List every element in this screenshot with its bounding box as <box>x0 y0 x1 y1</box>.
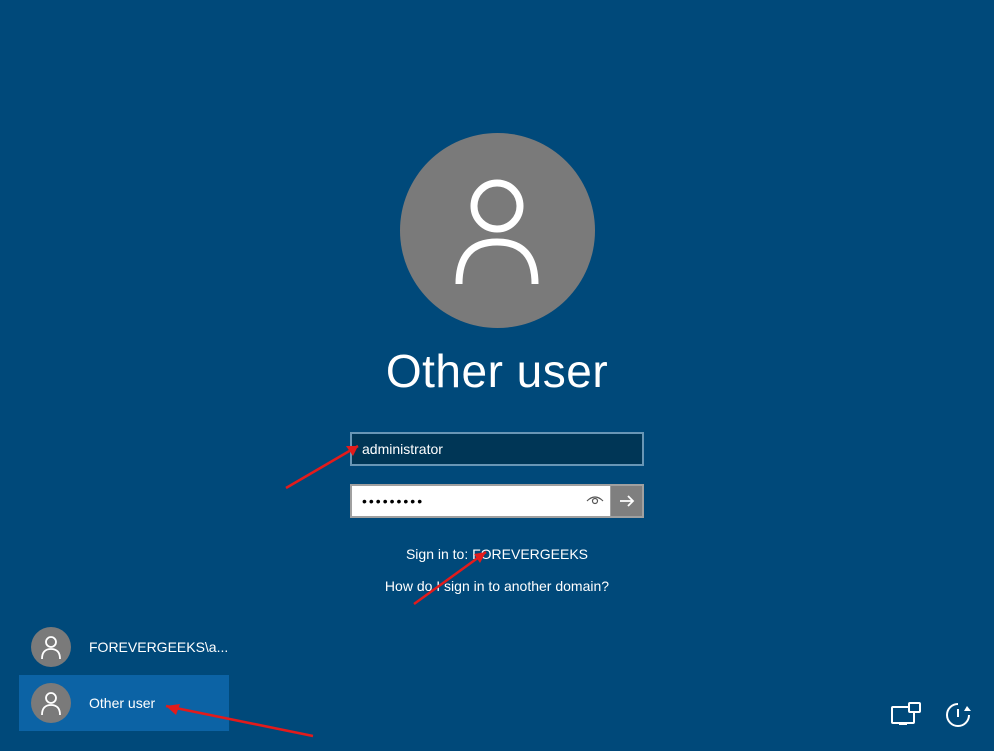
username-input[interactable] <box>350 432 644 466</box>
user-list-item-0[interactable]: FOREVERGEEKS\a... <box>19 619 229 675</box>
ease-of-access-button[interactable] <box>888 697 924 733</box>
user-avatar-large <box>400 133 595 328</box>
password-reveal-button[interactable] <box>580 486 610 516</box>
ease-of-access-icon <box>891 702 921 728</box>
user-list-label: FOREVERGEEKS\a... <box>89 639 228 655</box>
login-panel: Other user Sign in to: FOREVERGEEKS How … <box>350 133 644 594</box>
person-icon <box>40 691 62 715</box>
person-icon <box>447 176 547 286</box>
power-icon <box>945 702 971 728</box>
user-avatar-small <box>31 627 71 667</box>
password-input[interactable] <box>352 486 580 516</box>
power-button[interactable] <box>940 697 976 733</box>
user-switcher: FOREVERGEEKS\a... Other user <box>19 619 229 731</box>
password-row <box>350 484 644 518</box>
user-list-label: Other user <box>89 695 155 711</box>
user-avatar-small <box>31 683 71 723</box>
user-list-item-1[interactable]: Other user <box>19 675 229 731</box>
arrow-right-icon <box>617 491 637 511</box>
signin-domain-label: Sign in to: FOREVERGEEKS <box>406 546 588 562</box>
eye-icon <box>586 495 604 507</box>
utility-buttons <box>888 697 976 733</box>
login-title: Other user <box>386 344 608 398</box>
person-icon <box>40 635 62 659</box>
submit-button[interactable] <box>610 486 642 516</box>
domain-help-link[interactable]: How do I sign in to another domain? <box>385 578 609 594</box>
